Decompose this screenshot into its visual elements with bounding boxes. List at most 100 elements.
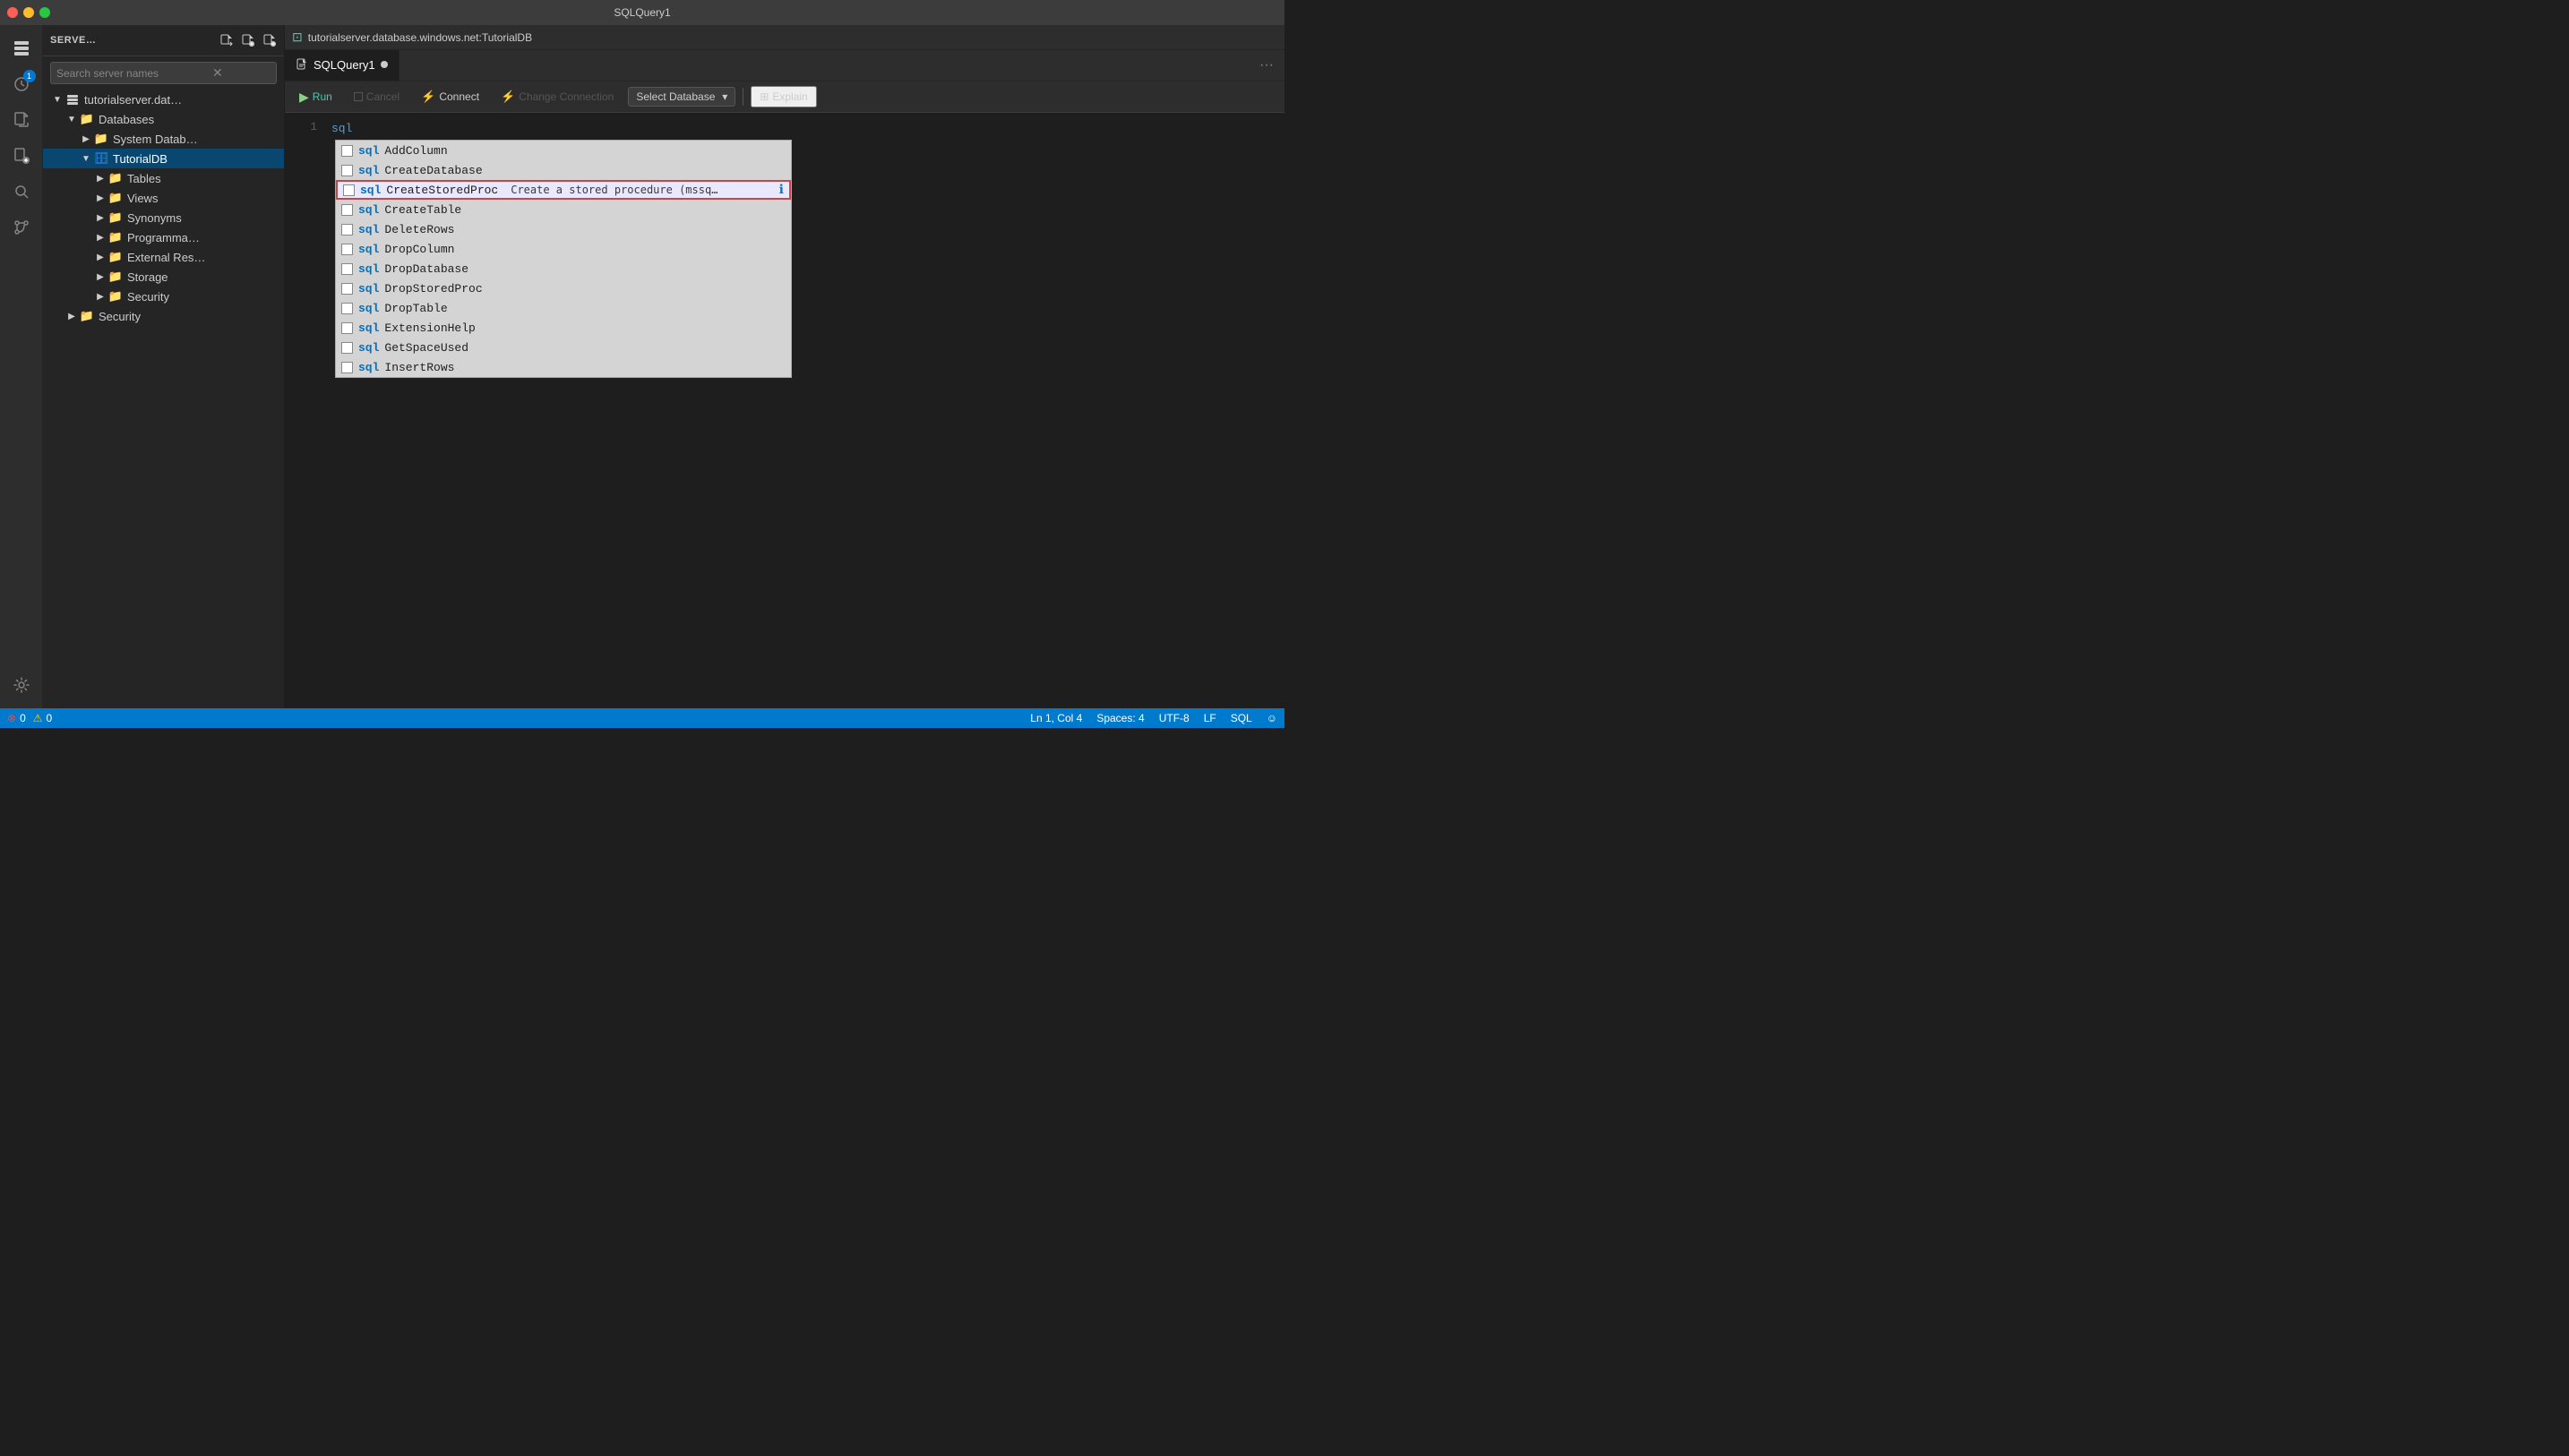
tutorialdb-label: TutorialDB	[113, 152, 168, 166]
autocomplete-checkbox-1	[341, 165, 353, 176]
select-database-dropdown[interactable]: Select Database ▾	[628, 87, 735, 107]
autocomplete-item-1[interactable]: sqlCreateDatabase	[336, 160, 791, 180]
tree-synonyms[interactable]: ▶ 📁 Synonyms	[43, 208, 284, 227]
ac-suffix-9: ExtensionHelp	[384, 321, 475, 335]
minimize-button[interactable]	[23, 7, 34, 18]
databases-expand-arrow[interactable]: ▼	[64, 112, 79, 126]
tree-system-databases[interactable]: ▶ 📁 System Datab…	[43, 129, 284, 149]
tree-tutorialdb[interactable]: ▼ 🗄 TutorialDB	[43, 149, 284, 168]
explain-button[interactable]: ⊞ Explain	[751, 86, 816, 107]
ac-desc-2: Create a stored procedure (mssq…	[511, 184, 717, 196]
views-label: Views	[127, 192, 158, 205]
connect-button[interactable]: ⚡ Connect	[414, 87, 486, 107]
autocomplete-checkbox-2	[343, 184, 355, 196]
ac-prefix-6: sql	[358, 262, 379, 276]
ac-suffix-5: DropColumn	[384, 243, 454, 256]
new-query-icon[interactable]	[219, 33, 234, 47]
autocomplete-item-7[interactable]: sqlDropStoredProc	[336, 278, 791, 298]
server-icon	[64, 91, 81, 107]
activity-search[interactable]	[5, 176, 38, 208]
activity-settings[interactable]	[5, 669, 38, 701]
tree-storage[interactable]: ▶ 📁 Storage	[43, 267, 284, 287]
editor-text[interactable]: sql	[328, 120, 1284, 137]
autocomplete-item-3[interactable]: sqlCreateTable	[336, 200, 791, 219]
spaces-info: Spaces: 4	[1096, 712, 1144, 724]
editor-area[interactable]: 1 sql sqlAddColumnsqlCreateDatabasesqlCr…	[285, 113, 1284, 708]
close-icon[interactable]: ✕	[212, 65, 223, 81]
tree-security[interactable]: ▶ 📁 Security	[43, 306, 284, 326]
activity-new-query[interactable]	[5, 104, 38, 136]
autocomplete-item-4[interactable]: sqlDeleteRows	[336, 219, 791, 239]
search-box[interactable]: ✕	[50, 62, 277, 84]
sql-file-icon	[296, 58, 308, 71]
change-connection-icon: ⚡	[501, 90, 515, 104]
security-expand-arrow[interactable]: ▶	[64, 309, 79, 323]
run-button[interactable]: ▶ Run	[292, 87, 339, 107]
ac-suffix-2: CreateStoredProc	[386, 184, 498, 197]
activity-history[interactable]: 1	[5, 68, 38, 100]
synonyms-folder-icon: 📁	[107, 210, 124, 226]
status-bar-right: Ln 1, Col 4 Spaces: 4 UTF-8 LF SQL ☺	[1030, 712, 1277, 724]
cancel-button[interactable]: Cancel	[347, 88, 407, 106]
external-resources-expand-arrow[interactable]: ▶	[93, 250, 107, 264]
tables-expand-arrow[interactable]: ▶	[93, 171, 107, 185]
tree-security-db[interactable]: ▶ 📁 Security	[43, 287, 284, 306]
security-db-folder-icon: 📁	[107, 288, 124, 304]
warning-icon: ⚠	[33, 712, 43, 724]
autocomplete-checkbox-8	[341, 303, 353, 314]
close-button[interactable]	[7, 7, 18, 18]
tree-views[interactable]: ▶ 📁 Views	[43, 188, 284, 208]
system-db-folder-icon: 📁	[93, 131, 109, 147]
disconnect-icon[interactable]	[262, 33, 277, 47]
tabs-bar: SQLQuery1 ···	[285, 50, 1284, 81]
autocomplete-item-10[interactable]: sqlGetSpaceUsed	[336, 338, 791, 357]
more-tabs-button[interactable]: ···	[1249, 50, 1284, 81]
activity-git[interactable]	[5, 211, 38, 244]
search-input[interactable]	[56, 67, 209, 80]
tab-sqlquery1[interactable]: SQLQuery1	[285, 50, 400, 81]
tutorialdb-expand-arrow[interactable]: ▼	[79, 151, 93, 166]
views-expand-arrow[interactable]: ▶	[93, 191, 107, 205]
system-db-expand-arrow[interactable]: ▶	[79, 132, 93, 146]
smiley-icon: ☺	[1267, 712, 1277, 724]
cursor-position: Ln 1, Col 4	[1030, 712, 1082, 724]
tree-server[interactable]: ▼ tutorialserver.dat…	[43, 90, 284, 109]
synonyms-expand-arrow[interactable]: ▶	[93, 210, 107, 225]
storage-expand-arrow[interactable]: ▶	[93, 270, 107, 284]
ac-info-icon-2[interactable]: ℹ	[779, 183, 784, 198]
ac-prefix-0: sql	[358, 144, 379, 158]
autocomplete-item-6[interactable]: sqlDropDatabase	[336, 259, 791, 278]
autocomplete-item-9[interactable]: sqlExtensionHelp	[336, 318, 791, 338]
change-connection-button[interactable]: ⚡ Change Connection	[494, 87, 621, 107]
dropdown-chevron-icon: ▾	[722, 90, 727, 103]
programmability-expand-arrow[interactable]: ▶	[93, 230, 107, 244]
new-connection-icon[interactable]	[241, 33, 255, 47]
ac-prefix-3: sql	[358, 203, 379, 217]
warning-count: ⚠ 0	[33, 712, 52, 724]
autocomplete-item-8[interactable]: sqlDropTable	[336, 298, 791, 318]
maximize-button[interactable]	[39, 7, 50, 18]
autocomplete-checkbox-5	[341, 244, 353, 255]
activity-servers[interactable]	[5, 32, 38, 64]
autocomplete-item-5[interactable]: sql DropColumn	[336, 239, 791, 259]
eol-info: LF	[1204, 712, 1216, 724]
security-label: Security	[99, 310, 141, 323]
security-db-label: Security	[127, 290, 169, 304]
tree-external-resources[interactable]: ▶ 📁 External Res…	[43, 247, 284, 267]
server-expand-arrow[interactable]: ▼	[50, 92, 64, 107]
activity-new-connection[interactable]	[5, 140, 38, 172]
autocomplete-item-11[interactable]: sqlInsertRows	[336, 357, 791, 377]
security-db-expand-arrow[interactable]: ▶	[93, 289, 107, 304]
autocomplete-checkbox-6	[341, 263, 353, 275]
tree-tables[interactable]: ▶ 📁 Tables	[43, 168, 284, 188]
connect-label: Connect	[439, 90, 479, 103]
tree-programmability[interactable]: ▶ 📁 Programma…	[43, 227, 284, 247]
run-icon: ▶	[299, 90, 309, 105]
autocomplete-dropdown[interactable]: sqlAddColumnsqlCreateDatabasesqlCreateSt…	[335, 140, 792, 378]
tree-databases[interactable]: ▼ 📁 Databases	[43, 109, 284, 129]
ac-prefix-5: sql	[358, 243, 379, 256]
server-label: tutorialserver.dat…	[84, 93, 182, 107]
autocomplete-item-2[interactable]: sqlCreateStoredProcCreate a stored proce…	[336, 180, 791, 200]
autocomplete-item-0[interactable]: sqlAddColumn	[336, 141, 791, 160]
ac-prefix-8: sql	[358, 302, 379, 315]
